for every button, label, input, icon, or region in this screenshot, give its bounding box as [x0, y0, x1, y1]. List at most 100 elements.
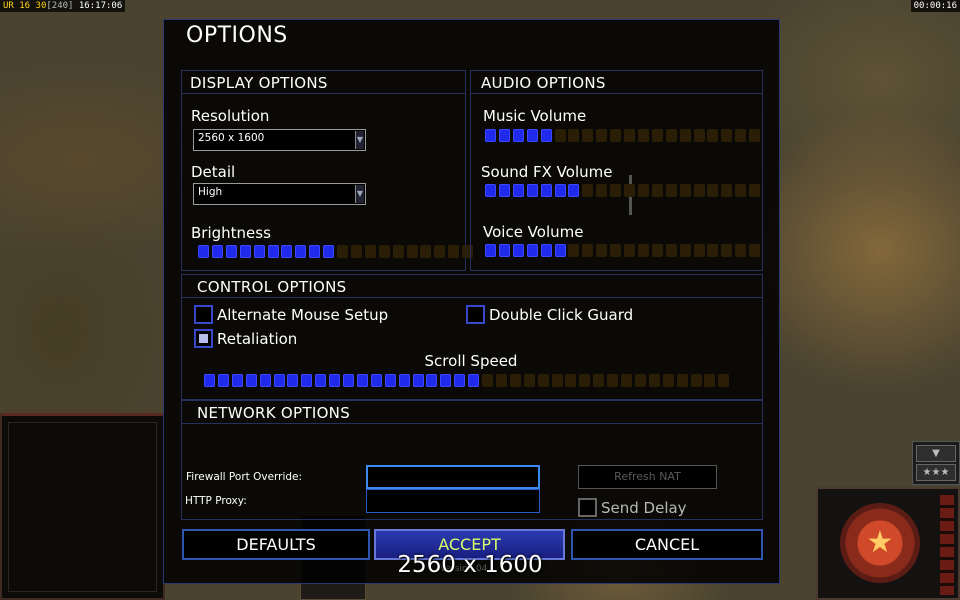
slider-segment[interactable] [526, 184, 538, 197]
slider-segment[interactable] [648, 374, 660, 387]
slider-segment[interactable] [579, 374, 591, 387]
slider-segment[interactable] [495, 374, 507, 387]
slider-segment[interactable] [610, 129, 622, 142]
slider-segment[interactable] [679, 184, 691, 197]
slider-segment[interactable] [651, 184, 663, 197]
slider-segment[interactable] [301, 374, 313, 387]
slider-segment[interactable] [329, 374, 341, 387]
alternate-mouse-checkbox[interactable] [194, 305, 213, 324]
slider-segment[interactable] [448, 245, 460, 258]
slider-segment[interactable] [412, 374, 424, 387]
slider-segment[interactable] [651, 244, 663, 257]
slider-segment[interactable] [482, 374, 493, 387]
chevron-down-icon[interactable]: ▼ [355, 131, 364, 149]
slider-segment[interactable] [554, 129, 566, 142]
slider-segment[interactable] [281, 245, 293, 258]
slider-segment[interactable] [637, 244, 649, 257]
slider-segment[interactable] [540, 244, 552, 257]
slider-segment[interactable] [370, 374, 382, 387]
slider-segment[interactable] [498, 184, 510, 197]
slider-segment[interactable] [384, 374, 396, 387]
scroll-down-button[interactable]: ▼ [916, 445, 956, 462]
slider-segment[interactable] [662, 374, 674, 387]
slider-segment[interactable] [749, 244, 761, 257]
retaliation-checkbox[interactable] [194, 329, 213, 348]
slider-segment[interactable] [749, 129, 761, 142]
slider-segment[interactable] [582, 244, 594, 257]
rank-button[interactable]: ★★★ [916, 464, 956, 481]
send-delay-checkbox[interactable] [578, 498, 597, 517]
slider-segment[interactable] [582, 184, 594, 197]
slider-segment[interactable] [582, 129, 594, 142]
chevron-down-icon[interactable]: ▼ [355, 185, 364, 203]
slider-segment[interactable] [378, 245, 390, 258]
http-proxy-input[interactable] [366, 489, 540, 513]
slider-segment[interactable] [498, 244, 510, 257]
slider-segment[interactable] [337, 245, 348, 258]
slider-segment[interactable] [596, 129, 608, 142]
slider-segment[interactable] [239, 245, 251, 258]
slider-segment[interactable] [693, 184, 705, 197]
slider-segment[interactable] [707, 129, 719, 142]
slider-segment[interactable] [596, 244, 608, 257]
slider-segment[interactable] [287, 374, 299, 387]
slider-segment[interactable] [485, 129, 496, 142]
slider-segment[interactable] [735, 129, 747, 142]
radar-panel[interactable]: ★ [816, 487, 960, 600]
slider-segment[interactable] [651, 129, 663, 142]
slider-segment[interactable] [392, 245, 404, 258]
slider-segment[interactable] [350, 245, 362, 258]
slider-segment[interactable] [259, 374, 271, 387]
slider-segment[interactable] [231, 374, 243, 387]
refresh-nat-button[interactable]: Refresh NAT [578, 465, 717, 489]
slider-segment[interactable] [537, 374, 549, 387]
resolution-dropdown[interactable]: 2560 x 1600 ▼ [193, 129, 366, 151]
slider-segment[interactable] [267, 245, 279, 258]
double-click-guard-checkbox[interactable] [466, 305, 485, 324]
slider-segment[interactable] [211, 245, 223, 258]
slider-segment[interactable] [526, 129, 538, 142]
slider-segment[interactable] [665, 184, 677, 197]
slider-segment[interactable] [637, 184, 649, 197]
slider-segment[interactable] [718, 374, 730, 387]
slider-segment[interactable] [273, 374, 285, 387]
slider-segment[interactable] [721, 129, 733, 142]
slider-segment[interactable] [679, 244, 691, 257]
slider-segment[interactable] [420, 245, 432, 258]
slider-segment[interactable] [665, 244, 677, 257]
slider-segment[interactable] [198, 245, 209, 258]
slider-segment[interactable] [568, 244, 580, 257]
slider-segment[interactable] [253, 245, 265, 258]
slider-segment[interactable] [568, 184, 580, 197]
detail-dropdown[interactable]: High ▼ [193, 183, 366, 205]
slider-segment[interactable] [749, 184, 761, 197]
slider-segment[interactable] [551, 374, 563, 387]
slider-segment[interactable] [704, 374, 716, 387]
slider-segment[interactable] [343, 374, 354, 387]
firewall-port-input[interactable] [366, 465, 540, 489]
slider-segment[interactable] [634, 374, 646, 387]
slider-segment[interactable] [735, 244, 747, 257]
slider-segment[interactable] [523, 374, 535, 387]
slider-segment[interactable] [217, 374, 229, 387]
slider-segment[interactable] [565, 374, 577, 387]
slider-segment[interactable] [398, 374, 410, 387]
slider-segment[interactable] [315, 374, 327, 387]
slider-segment[interactable] [245, 374, 257, 387]
slider-segment[interactable] [434, 245, 446, 258]
slider-segment[interactable] [498, 129, 510, 142]
slider-segment[interactable] [665, 129, 677, 142]
slider-segment[interactable] [364, 245, 376, 258]
slider-segment[interactable] [607, 374, 619, 387]
slider-segment[interactable] [512, 244, 524, 257]
slider-segment[interactable] [225, 245, 237, 258]
slider-segment[interactable] [593, 374, 605, 387]
slider-segment[interactable] [596, 184, 608, 197]
slider-segment[interactable] [540, 184, 552, 197]
slider-segment[interactable] [690, 374, 702, 387]
slider-segment[interactable] [309, 245, 321, 258]
slider-segment[interactable] [509, 374, 521, 387]
slider-segment[interactable] [721, 184, 733, 197]
slider-segment[interactable] [356, 374, 368, 387]
slider-segment[interactable] [526, 244, 538, 257]
